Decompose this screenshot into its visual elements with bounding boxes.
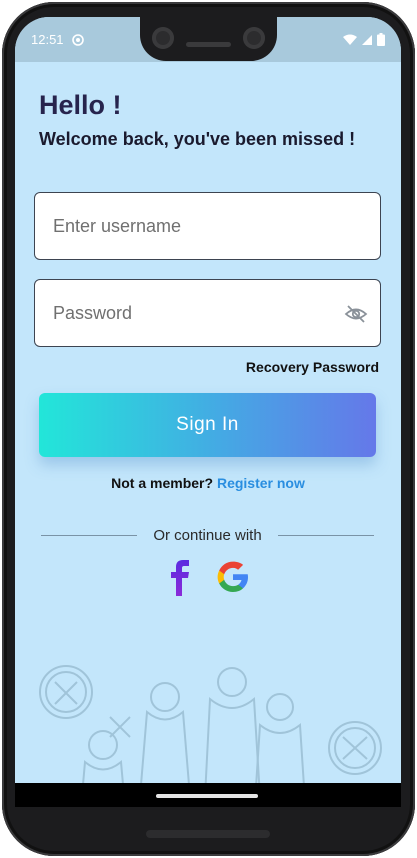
- bottom-speaker: [146, 830, 270, 838]
- signal-icon: [362, 34, 372, 45]
- password-input[interactable]: [53, 302, 362, 324]
- facebook-icon: [171, 560, 189, 596]
- divider-line-left: [41, 534, 138, 536]
- divider-line-right: [277, 534, 375, 536]
- register-now-link[interactable]: Register now: [217, 475, 305, 491]
- not-member-text: Not a member?: [111, 475, 214, 491]
- front-sensor: [243, 27, 265, 49]
- google-icon: [217, 561, 248, 592]
- social-divider: Or continue with: [41, 525, 375, 545]
- sign-in-button[interactable]: Sign In: [39, 393, 376, 457]
- earpiece: [186, 42, 231, 47]
- hide-password-icon[interactable]: [344, 302, 368, 326]
- continue-with-label: Or continue with: [153, 526, 262, 544]
- facebook-login-button[interactable]: [161, 557, 201, 597]
- recovery-password-link[interactable]: Recovery Password: [246, 359, 379, 375]
- username-field[interactable]: [34, 192, 381, 260]
- app-screen: 12:51 Hello ! Welcome back, you've been …: [15, 17, 401, 807]
- status-time: 12:51: [31, 32, 64, 47]
- battery-icon: [377, 33, 385, 46]
- barbershop-illustration: [39, 665, 382, 807]
- greeting-title: Hello !: [39, 90, 122, 120]
- notification-icon: [71, 33, 84, 46]
- register-prompt: Not a member? Register now: [15, 475, 401, 491]
- google-login-button[interactable]: [213, 557, 253, 597]
- password-field[interactable]: [34, 279, 381, 347]
- camera-notch: [140, 17, 277, 61]
- home-indicator[interactable]: [156, 794, 258, 798]
- username-input[interactable]: [53, 215, 362, 237]
- welcome-subtitle: Welcome back, you've been missed !: [39, 129, 356, 149]
- front-camera: [152, 27, 174, 49]
- wifi-icon: [343, 34, 357, 45]
